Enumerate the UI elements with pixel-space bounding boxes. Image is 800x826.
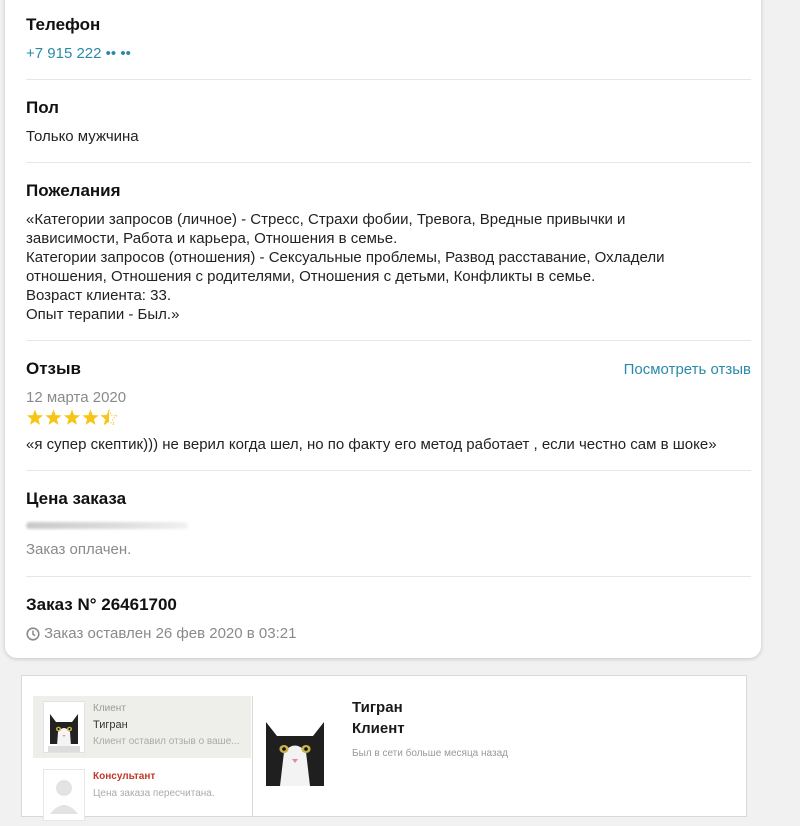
divider <box>26 470 751 471</box>
gender-value: Только мужчина <box>26 128 139 145</box>
active-chat-avatar <box>260 706 330 788</box>
user-placeholder-icon <box>43 769 85 821</box>
divider <box>26 340 751 341</box>
price-value-blurred <box>26 522 196 532</box>
phone-heading: Телефон <box>26 15 101 34</box>
gender-heading: Пол <box>26 98 59 117</box>
conversation-name: Тигран <box>93 719 128 731</box>
conversation-preview: Цена заказа пересчитана. <box>93 788 215 799</box>
wishes-line: отношения, Отношения с родителями, Отнош… <box>26 268 596 285</box>
divider <box>26 576 751 577</box>
conversation-role: Клиент <box>93 703 126 714</box>
review-heading: Отзыв <box>26 359 81 378</box>
review-text: «я супер скептик))) не верил когда шел, … <box>26 436 717 453</box>
wishes-text: «Категории запросов (личное) - Стресс, С… <box>26 210 665 324</box>
chat-widget: Клиент Тигран Клиент оставил отзыв о ваш… <box>21 675 747 821</box>
active-chat-status: Был в сети больше месяца назад <box>352 748 508 759</box>
order-heading: Заказ N° 26461700 <box>26 595 177 614</box>
star-icon <box>63 409 81 425</box>
wishes-line: Категории запросов (отношения) - Сексуал… <box>26 249 665 266</box>
active-chat-role: Клиент <box>352 720 405 737</box>
divider <box>26 162 751 163</box>
order-created-text: Заказ оставлен 26 фев 2020 в 03:21 <box>44 625 297 642</box>
active-chat-name: Тигран <box>352 699 403 716</box>
price-heading: Цена заказа <box>26 489 127 508</box>
wishes-line: Опыт терапии - Был.» <box>26 306 180 323</box>
price-status: Заказ оплачен. <box>26 541 132 558</box>
phone-value[interactable]: +7 915 222 •• •• <box>26 44 131 63</box>
wishes-heading: Пожелания <box>26 181 121 200</box>
order-created: Заказ оставлен 26 фев 2020 в 03:21 <box>26 624 296 643</box>
cat-avatar <box>43 701 85 753</box>
divider <box>252 696 253 816</box>
star-icon <box>26 409 44 425</box>
review-date: 12 марта 2020 <box>26 389 127 406</box>
wishes-line: Возраст клиента: 33. <box>26 287 171 304</box>
divider <box>26 79 751 80</box>
star-icon <box>82 409 99 425</box>
wishes-line: зависимости, Работа и карьера, Отношения… <box>26 230 398 247</box>
rating-stars <box>26 408 136 428</box>
conversation-item-consultant[interactable]: Консультант Цена заказа пересчитана. <box>33 764 251 826</box>
clock-icon <box>26 626 40 641</box>
conversation-preview: Клиент оставил отзыв о ваше... <box>93 736 240 747</box>
wishes-line: «Категории запросов (личное) - Стресс, С… <box>26 211 626 228</box>
conversation-role: Консультант <box>93 771 156 782</box>
conversation-item-client[interactable]: Клиент Тигран Клиент оставил отзыв о ваш… <box>33 696 251 758</box>
view-review-link[interactable]: Посмотреть отзыв <box>624 360 751 379</box>
order-details-card: Телефон +7 915 222 •• •• Пол Только мужч… <box>5 0 761 658</box>
star-icon <box>99 408 119 426</box>
star-icon <box>45 409 62 425</box>
